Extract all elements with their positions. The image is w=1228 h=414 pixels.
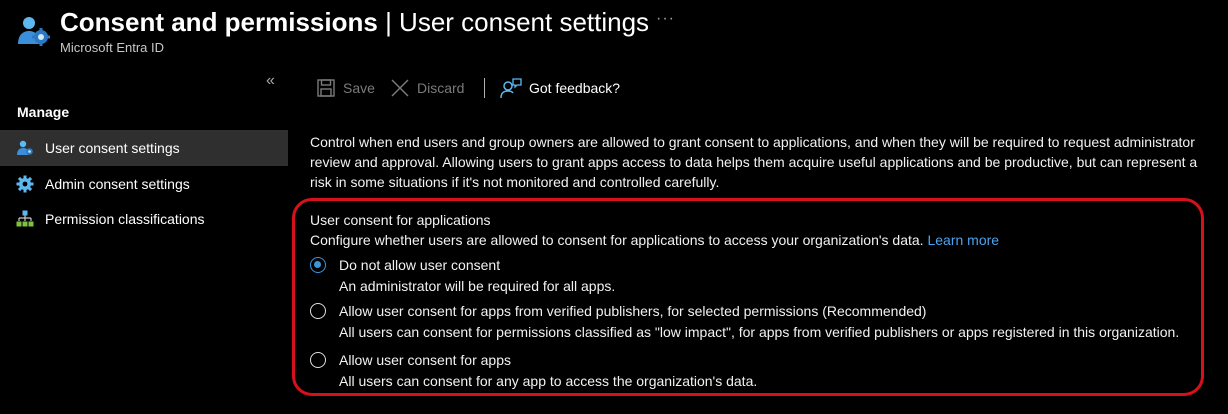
page-title: Consent and permissions | User consent s… — [60, 6, 649, 38]
feedback-label: Got feedback? — [529, 80, 621, 96]
save-button[interactable]: Save — [316, 76, 375, 100]
option-verified-publishers[interactable]: Allow user consent for apps from verifie… — [310, 303, 1210, 343]
hierarchy-icon — [16, 210, 34, 227]
toolbar: Save Discard Got feedback? — [316, 76, 716, 102]
option-allow-all[interactable]: Allow user consent for apps All users ca… — [310, 352, 1210, 392]
sidebar-item-label: User consent settings — [45, 140, 180, 156]
page-description: Control when end users and group owners … — [310, 134, 1198, 190]
toolbar-divider — [484, 78, 485, 98]
sidebar-item-user-consent-settings[interactable]: User consent settings — [0, 130, 288, 166]
feedback-icon — [500, 78, 522, 99]
discard-button[interactable]: Discard — [390, 76, 464, 100]
discard-label: Discard — [417, 80, 465, 96]
users-gear-icon — [18, 17, 50, 46]
user-gear-icon — [17, 140, 33, 155]
section-description: Configure whether users are allowed to c… — [310, 232, 999, 248]
learn-more-link[interactable]: Learn more — [927, 232, 999, 248]
more-options-button[interactable]: ··· — [656, 10, 675, 28]
radio-dot — [314, 261, 321, 268]
radio-allow-all[interactable] — [310, 352, 326, 368]
option-do-not-allow[interactable]: Do not allow user consent An administrat… — [310, 257, 1210, 297]
page-title-separator: | — [377, 7, 400, 37]
feedback-button[interactable]: Got feedback? — [500, 76, 620, 100]
gear-icon — [16, 175, 34, 193]
radio-verified-publishers[interactable] — [310, 303, 326, 319]
option-label: Allow user consent for apps from verifie… — [339, 303, 927, 319]
option-description: An administrator will be required for al… — [339, 278, 616, 294]
save-label: Save — [343, 80, 375, 96]
sidebar-item-label: Admin consent settings — [45, 176, 190, 192]
close-icon — [391, 79, 409, 97]
sidebar-item-permission-classifications[interactable]: Permission classifications — [0, 201, 288, 237]
radio-do-not-allow[interactable] — [310, 257, 326, 273]
section-title: User consent for applications — [310, 212, 491, 228]
save-icon — [317, 79, 335, 97]
page-subtitle: Microsoft Entra ID — [60, 40, 165, 55]
option-description: All users can consent for any app to acc… — [339, 373, 758, 389]
page-title-sub: User consent settings — [399, 7, 650, 37]
collapse-sidebar-button[interactable]: « — [266, 72, 275, 90]
option-description: All users can consent for permissions cl… — [339, 324, 1180, 340]
option-label: Allow user consent for apps — [339, 352, 511, 368]
page-header: Consent and permissions | User consent s… — [0, 0, 1228, 70]
option-label: Do not allow user consent — [339, 257, 501, 273]
sidebar: « Manage User consent settings Admin con… — [0, 70, 288, 414]
sidebar-item-admin-consent-settings[interactable]: Admin consent settings — [0, 166, 288, 202]
sidebar-section-manage: Manage — [17, 104, 70, 120]
sidebar-item-label: Permission classifications — [45, 211, 205, 227]
page-title-main: Consent and permissions — [60, 7, 378, 37]
section-description-text: Configure whether users are allowed to c… — [310, 232, 924, 248]
